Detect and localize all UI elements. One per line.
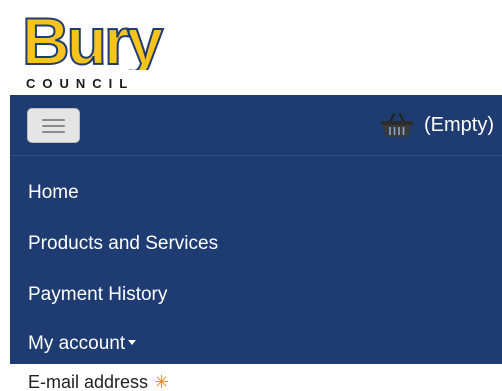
required-marker-icon: ✳ xyxy=(154,372,170,391)
hamburger-icon xyxy=(42,119,65,121)
basket-status-label: (Empty) xyxy=(424,113,494,136)
hamburger-icon-bar xyxy=(42,125,65,127)
basket-link[interactable]: (Empty) xyxy=(380,110,494,140)
main-menu: Home Products and Services Payment Histo… xyxy=(10,156,502,364)
caret-down-icon xyxy=(128,340,137,346)
menu-item-home[interactable]: Home xyxy=(28,182,79,204)
top-navbar: (Empty) xyxy=(10,95,502,156)
logo-brand-text: Bury xyxy=(22,6,164,78)
email-field-label: E-mail address ✳ xyxy=(28,372,169,391)
menu-item-products-and-services[interactable]: Products and Services xyxy=(28,233,218,255)
logo-sub-text: COUNCIL xyxy=(26,76,134,91)
menu-item-my-account[interactable]: My account xyxy=(28,333,137,355)
page: Bury COUNCIL (Empty) Home Products and S… xyxy=(0,0,502,391)
logo-graphic: Bury COUNCIL xyxy=(20,6,168,92)
bury-council-logo[interactable]: Bury COUNCIL xyxy=(20,6,220,94)
menu-item-payment-history[interactable]: Payment History xyxy=(28,284,167,306)
menu-item-my-account-label: My account xyxy=(28,333,126,354)
email-label-text: E-mail address xyxy=(28,372,149,391)
basket-icon xyxy=(381,112,413,137)
menu-toggle-button[interactable] xyxy=(27,108,80,143)
hamburger-icon-bar xyxy=(42,131,65,133)
